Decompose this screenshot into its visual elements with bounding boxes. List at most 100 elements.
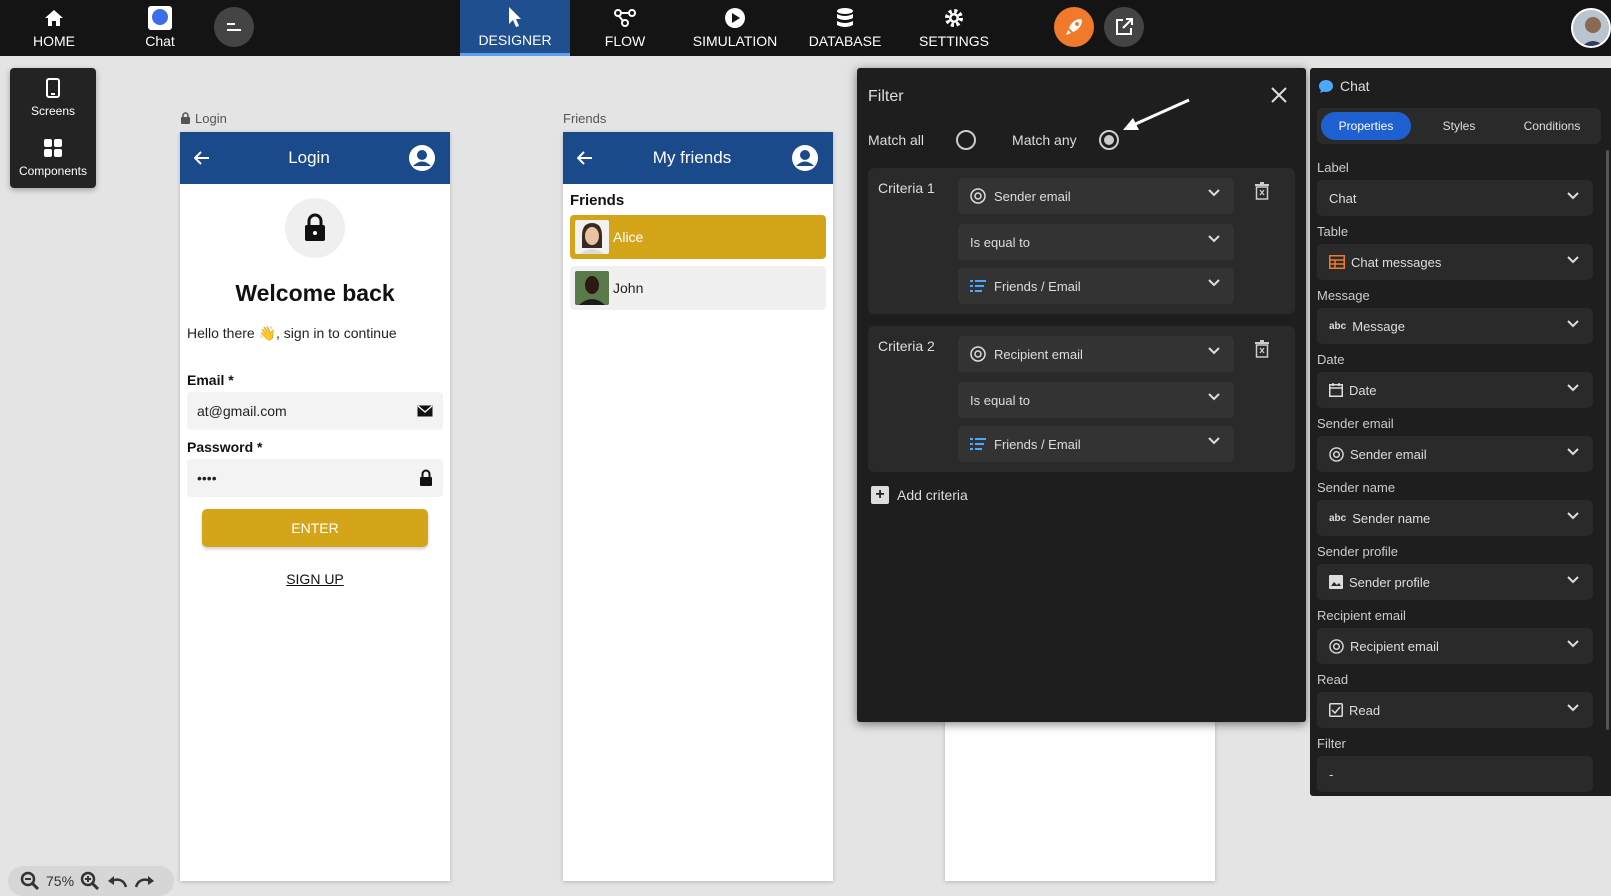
friends-screen[interactable]: My friends Friends Alice John (563, 132, 833, 881)
publish-button[interactable] (1054, 7, 1094, 47)
label-select[interactable]: Chat (1317, 180, 1593, 216)
nav-simulation[interactable]: SIMULATION (688, 0, 782, 56)
screens-tool[interactable]: Screens (10, 68, 96, 128)
criteria-field-value: Recipient email (994, 346, 1083, 362)
prop-value: Date (1349, 382, 1377, 398)
abc-icon: abc (1329, 320, 1347, 332)
redo-icon[interactable] (134, 873, 156, 889)
chevron-down-icon (1567, 320, 1579, 328)
tab-properties[interactable]: Properties (1321, 112, 1411, 140)
friend-name: John (613, 280, 644, 296)
signup-link[interactable]: SIGN UP (180, 571, 450, 587)
criteria-operator-value: Is equal to (970, 392, 1030, 408)
nav-home[interactable]: HOME (20, 0, 88, 56)
prop-value: Chat (1329, 190, 1357, 206)
prop-value: Sender profile (1349, 574, 1430, 590)
login-screen-caption: Login (180, 111, 227, 126)
at-icon (970, 346, 986, 362)
prop-value: Sender name (1352, 510, 1431, 526)
friend-item-alice[interactable]: Alice (570, 215, 826, 259)
message-select[interactable]: abc Message (1317, 308, 1593, 344)
tab-conditions[interactable]: Conditions (1507, 112, 1597, 140)
chat-screen[interactable] (945, 700, 1215, 881)
chevron-down-icon (1567, 704, 1579, 712)
filter-dialog: Filter Match all Match any Criteria 1 Se… (857, 68, 1306, 722)
menu-button[interactable] (214, 7, 254, 47)
email-label: Email * (187, 372, 234, 388)
add-criteria-button[interactable]: + Add criteria (871, 486, 968, 504)
sender-name-select[interactable]: abc Sender name (1317, 500, 1593, 536)
friend-item-john[interactable]: John (570, 266, 826, 310)
sender-email-select[interactable]: Sender email (1317, 436, 1593, 472)
plus-box-icon: + (871, 486, 889, 504)
delete-criteria-button[interactable] (1255, 340, 1269, 358)
criteria-value-select[interactable]: Friends / Email (958, 268, 1234, 304)
enter-button[interactable]: ENTER (202, 509, 428, 547)
nav-settings[interactable]: SETTINGS (914, 0, 994, 56)
sender-profile-select[interactable]: Sender profile (1317, 564, 1593, 600)
prop-value: Read (1349, 702, 1381, 718)
zoom-out-icon[interactable] (20, 871, 40, 891)
lock-field-icon (420, 469, 432, 486)
zoom-level: 75% (46, 873, 75, 889)
criteria-field-select[interactable]: Recipient email (958, 336, 1234, 372)
add-criteria-label: Add criteria (897, 487, 968, 503)
at-icon (1329, 446, 1344, 462)
components-tool[interactable]: Components (10, 128, 96, 188)
nav-designer-label: DESIGNER (478, 31, 552, 48)
database-icon (836, 7, 854, 29)
password-field[interactable]: •••• (187, 459, 443, 497)
phone-icon (46, 78, 60, 98)
match-all-radio[interactable] (956, 130, 977, 150)
email-field[interactable]: at@gmail.com (187, 392, 443, 430)
user-avatar[interactable] (1571, 8, 1611, 48)
checkbox-icon (1329, 703, 1343, 717)
zoom-in-icon[interactable] (80, 871, 100, 891)
account-icon[interactable] (791, 144, 819, 172)
friend-avatar (575, 220, 609, 254)
delete-criteria-button[interactable] (1255, 182, 1269, 200)
open-external-button[interactable] (1104, 7, 1144, 47)
nav-designer[interactable]: DESIGNER (460, 0, 570, 56)
chevron-down-icon (1208, 347, 1220, 355)
top-nav: HOME Chat DESIGNER FLOW SIMULATION DATAB… (0, 0, 1611, 56)
nav-flow[interactable]: FLOW (590, 0, 660, 56)
nav-chat[interactable]: Chat (128, 0, 192, 56)
match-any-radio[interactable] (1098, 130, 1119, 150)
prop-value: Sender email (1350, 446, 1427, 462)
back-arrow-icon[interactable] (194, 151, 210, 165)
nav-settings-label: SETTINGS (918, 33, 989, 49)
hello-text: Hello there 👋, sign in to continue (180, 325, 450, 342)
read-select[interactable]: Read (1317, 692, 1593, 728)
undo-icon[interactable] (106, 873, 128, 889)
scrollbar[interactable] (1606, 150, 1609, 730)
table-select[interactable]: Chat messages (1317, 244, 1593, 280)
props-tabs: Properties Styles Conditions (1317, 108, 1601, 144)
criteria-operator-select[interactable]: Is equal to (958, 382, 1234, 418)
nav-flow-label: FLOW (604, 33, 646, 49)
prop-label: Filter (1317, 736, 1346, 751)
criteria-operator-select[interactable]: Is equal to (958, 224, 1234, 260)
login-caption-text: Login (195, 111, 227, 126)
chevron-down-icon (1567, 640, 1579, 648)
account-icon[interactable] (408, 144, 436, 172)
criteria-field-select[interactable]: Sender email (958, 178, 1234, 214)
close-icon (1271, 87, 1287, 103)
tab-styles[interactable]: Styles (1414, 112, 1504, 140)
date-select[interactable]: Date (1317, 372, 1593, 408)
criteria-value-select[interactable]: Friends / Email (958, 426, 1234, 462)
lock-icon (305, 213, 325, 241)
login-screen[interactable]: Login Welcome back Hello there 👋, sign i… (180, 132, 450, 881)
friends-title: My friends (652, 148, 732, 167)
nav-simulation-label: SIMULATION (692, 33, 778, 49)
chevron-down-icon (1567, 448, 1579, 456)
filter-field[interactable]: - (1317, 756, 1593, 792)
nav-database[interactable]: DATABASE (806, 0, 884, 56)
recipient-email-select[interactable]: Recipient email (1317, 628, 1593, 664)
criteria-box-1: Criteria 1 Sender email Is equal to Frie… (868, 168, 1295, 314)
home-icon (44, 7, 64, 29)
abc-icon: abc (1329, 512, 1347, 524)
close-button[interactable] (1270, 86, 1288, 104)
back-arrow-icon[interactable] (577, 151, 593, 165)
filter-title: Filter (868, 88, 904, 105)
